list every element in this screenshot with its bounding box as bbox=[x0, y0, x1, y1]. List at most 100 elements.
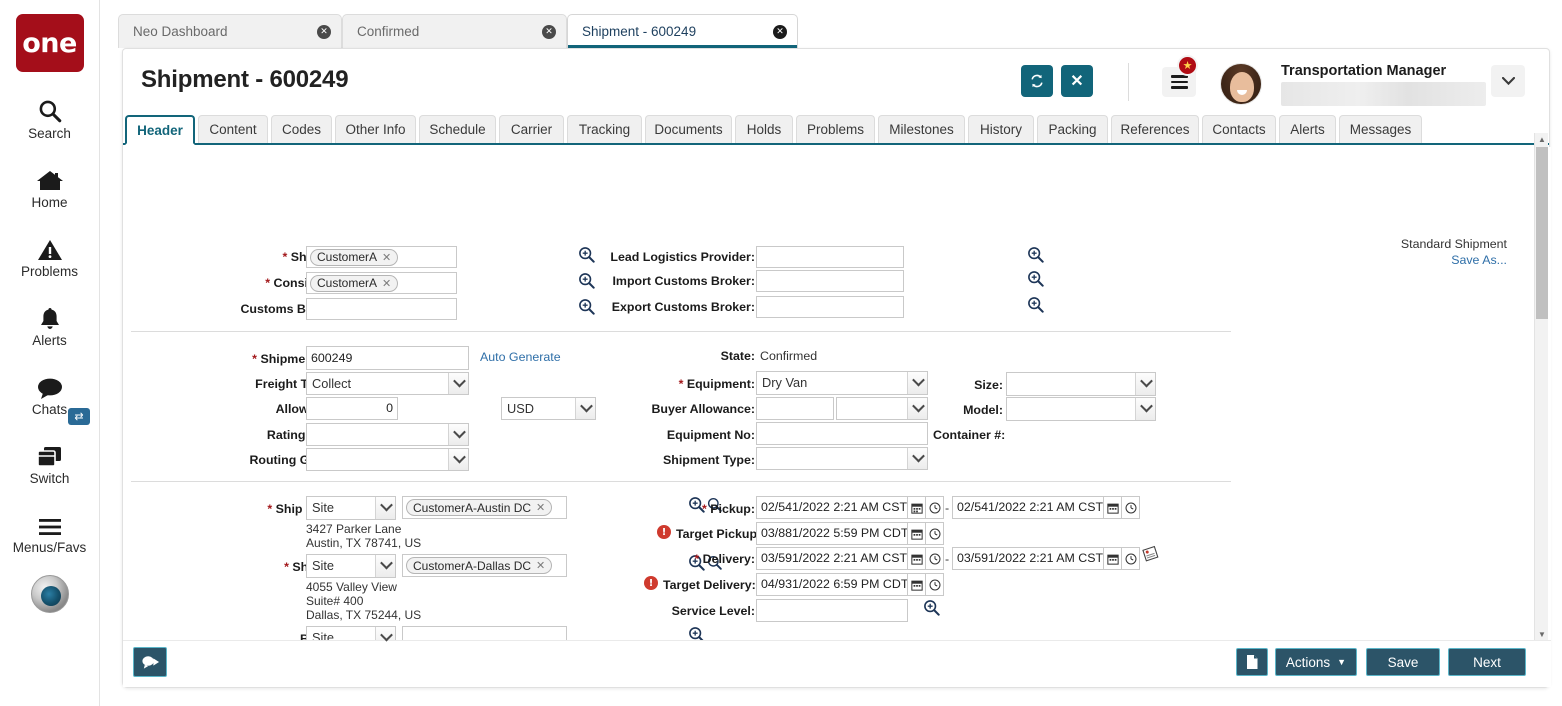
browser-tab-neo-dashboard[interactable]: Neo Dashboard ✕ bbox=[118, 14, 342, 48]
service-level-search-icon[interactable] bbox=[923, 599, 940, 616]
target-pickup-clock-icon[interactable] bbox=[926, 522, 944, 545]
close-icon[interactable]: ✕ bbox=[773, 25, 787, 39]
close-button[interactable]: ✕ bbox=[1061, 65, 1093, 97]
switch-badge-icon[interactable]: ⇄ bbox=[68, 408, 90, 425]
sidebar-item-switch[interactable]: Switch bbox=[0, 439, 99, 486]
tab-codes[interactable]: Codes bbox=[271, 115, 332, 143]
tab-holds[interactable]: Holds bbox=[735, 115, 793, 143]
tab-packing[interactable]: Packing bbox=[1037, 115, 1108, 143]
pickup-to-calendar-icon[interactable] bbox=[1104, 496, 1122, 519]
ship-to-chip[interactable]: CustomerA-Dallas DC✕ bbox=[406, 557, 552, 574]
delivery-from-calendar-icon[interactable] bbox=[908, 547, 926, 570]
chip-remove-icon[interactable]: ✕ bbox=[536, 501, 545, 514]
pickup-from-calendar-icon[interactable] bbox=[908, 496, 926, 519]
freight-terms-select[interactable]: Collect bbox=[306, 372, 469, 395]
chip-remove-icon[interactable]: ✕ bbox=[536, 559, 545, 572]
shipment-type-select[interactable] bbox=[756, 447, 928, 470]
equipment-no-input[interactable] bbox=[756, 422, 928, 445]
lead-logistics-provider-search-icon[interactable] bbox=[1027, 246, 1044, 263]
copy-button[interactable] bbox=[1236, 648, 1268, 676]
export-customs-broker-input[interactable] bbox=[756, 296, 904, 318]
chat-button[interactable] bbox=[133, 647, 167, 677]
sidebar-item-problems[interactable]: Problems bbox=[0, 232, 99, 279]
sidebar-item-menus-favs[interactable]: Menus/Favs bbox=[0, 508, 99, 555]
tab-other-info[interactable]: Other Info bbox=[335, 115, 416, 143]
consignee-input[interactable]: CustomerA✕ bbox=[306, 272, 457, 294]
refresh-button[interactable] bbox=[1021, 65, 1053, 97]
delivery-from-clock-icon[interactable] bbox=[926, 547, 944, 570]
customs-broker-input[interactable] bbox=[306, 298, 457, 320]
target-delivery-calendar-icon[interactable] bbox=[908, 573, 926, 596]
model-select[interactable] bbox=[1006, 397, 1156, 421]
pickup-to-clock-icon[interactable] bbox=[1122, 496, 1140, 519]
ship-to-site-input[interactable]: CustomerA-Dallas DC✕ bbox=[402, 554, 567, 577]
tab-references[interactable]: References bbox=[1111, 115, 1199, 143]
pickup-from-clock-icon[interactable] bbox=[926, 496, 944, 519]
ship-from-chip[interactable]: CustomerA-Austin DC✕ bbox=[406, 499, 552, 516]
save-as-link[interactable]: Save As... bbox=[1285, 253, 1507, 267]
user-menu-caret-button[interactable] bbox=[1491, 65, 1525, 97]
chip-remove-icon[interactable]: ✕ bbox=[382, 251, 391, 264]
rating-type-select[interactable] bbox=[306, 423, 469, 446]
auto-generate-link[interactable]: Auto Generate bbox=[480, 350, 561, 364]
tab-alerts[interactable]: Alerts bbox=[1279, 115, 1336, 143]
shipper-chip[interactable]: CustomerA✕ bbox=[310, 249, 398, 266]
ship-from-type-select[interactable]: Site bbox=[306, 496, 396, 520]
tab-problems[interactable]: Problems bbox=[796, 115, 875, 143]
consignee-chip[interactable]: CustomerA✕ bbox=[310, 275, 398, 292]
routing-group-select[interactable] bbox=[306, 448, 469, 471]
user-avatar[interactable] bbox=[1220, 63, 1262, 105]
target-delivery-input[interactable]: 04/931/2022 6:59 PM CDT bbox=[756, 573, 908, 596]
buyer-allowance-unit-select[interactable] bbox=[836, 397, 928, 420]
delivery-to-calendar-icon[interactable] bbox=[1104, 547, 1122, 570]
shipment-no-input[interactable]: 600249 bbox=[306, 346, 469, 370]
close-icon[interactable]: ✕ bbox=[542, 25, 556, 39]
tab-history[interactable]: History bbox=[968, 115, 1034, 143]
lead-logistics-provider-input[interactable] bbox=[756, 246, 904, 268]
browser-tab-confirmed[interactable]: Confirmed ✕ bbox=[342, 14, 567, 48]
tab-documents[interactable]: Documents bbox=[645, 115, 732, 143]
sidebar-item-home[interactable]: Home bbox=[0, 163, 99, 210]
pickup-to-input[interactable]: 02/541/2022 2:21 AM CST bbox=[952, 496, 1104, 519]
ship-to-type-select[interactable]: Site bbox=[306, 554, 396, 578]
target-pickup-input[interactable]: 03/881/2022 5:59 PM CDT bbox=[756, 522, 908, 545]
scrollbar-thumb[interactable] bbox=[1536, 147, 1548, 319]
sidebar-item-alerts[interactable]: Alerts bbox=[0, 301, 99, 348]
delivery-to-clock-icon[interactable] bbox=[1122, 547, 1140, 570]
delivery-to-input[interactable]: 03/591/2022 2:21 AM CST bbox=[952, 547, 1104, 570]
equipment-select[interactable]: Dry Van bbox=[756, 371, 928, 395]
size-select[interactable] bbox=[1006, 372, 1156, 396]
star-badge-icon[interactable]: ★ bbox=[1177, 55, 1198, 76]
chip-remove-icon[interactable]: ✕ bbox=[382, 277, 391, 290]
target-pickup-calendar-icon[interactable] bbox=[908, 522, 926, 545]
allowance-amount-input[interactable]: 0 bbox=[306, 397, 398, 420]
avatar[interactable] bbox=[31, 575, 69, 613]
tab-header[interactable]: Header bbox=[125, 115, 195, 145]
import-customs-broker-input[interactable] bbox=[756, 270, 904, 292]
close-icon[interactable]: ✕ bbox=[317, 25, 331, 39]
tab-messages[interactable]: Messages bbox=[1339, 115, 1422, 143]
sidebar-item-search[interactable]: Search bbox=[0, 94, 99, 141]
one-network-logo[interactable]: one bbox=[16, 14, 84, 72]
save-button[interactable]: Save bbox=[1366, 648, 1440, 676]
scroll-up-arrow-icon[interactable]: ▲ bbox=[1535, 133, 1549, 146]
next-button[interactable]: Next bbox=[1448, 648, 1526, 676]
tab-schedule[interactable]: Schedule bbox=[419, 115, 496, 143]
export-customs-broker-search-icon[interactable] bbox=[1027, 296, 1044, 313]
delivery-from-input[interactable]: 03/591/2022 2:21 AM CST bbox=[756, 547, 908, 570]
tab-contacts[interactable]: Contacts bbox=[1202, 115, 1276, 143]
sidebar-item-chats[interactable]: Chats ⇄ bbox=[0, 370, 99, 417]
tab-tracking[interactable]: Tracking bbox=[567, 115, 642, 143]
allowance-currency-select[interactable]: USD bbox=[501, 397, 596, 420]
delivery-schedule-note-icon[interactable] bbox=[1142, 545, 1159, 562]
buyer-allowance-amount-input[interactable] bbox=[756, 397, 834, 420]
ship-from-site-input[interactable]: CustomerA-Austin DC✕ bbox=[402, 496, 567, 519]
pickup-from-input[interactable]: 02/541/2022 2:21 AM CST bbox=[756, 496, 908, 519]
shipper-input[interactable]: CustomerA✕ bbox=[306, 246, 457, 268]
tab-carrier[interactable]: Carrier bbox=[499, 115, 564, 143]
browser-tab-shipment-600249[interactable]: Shipment - 600249 ✕ bbox=[567, 14, 798, 48]
import-customs-broker-search-icon[interactable] bbox=[1027, 270, 1044, 287]
actions-button[interactable]: Actions ▼ bbox=[1275, 648, 1357, 676]
tab-milestones[interactable]: Milestones bbox=[878, 115, 965, 143]
service-level-input[interactable] bbox=[756, 599, 908, 622]
